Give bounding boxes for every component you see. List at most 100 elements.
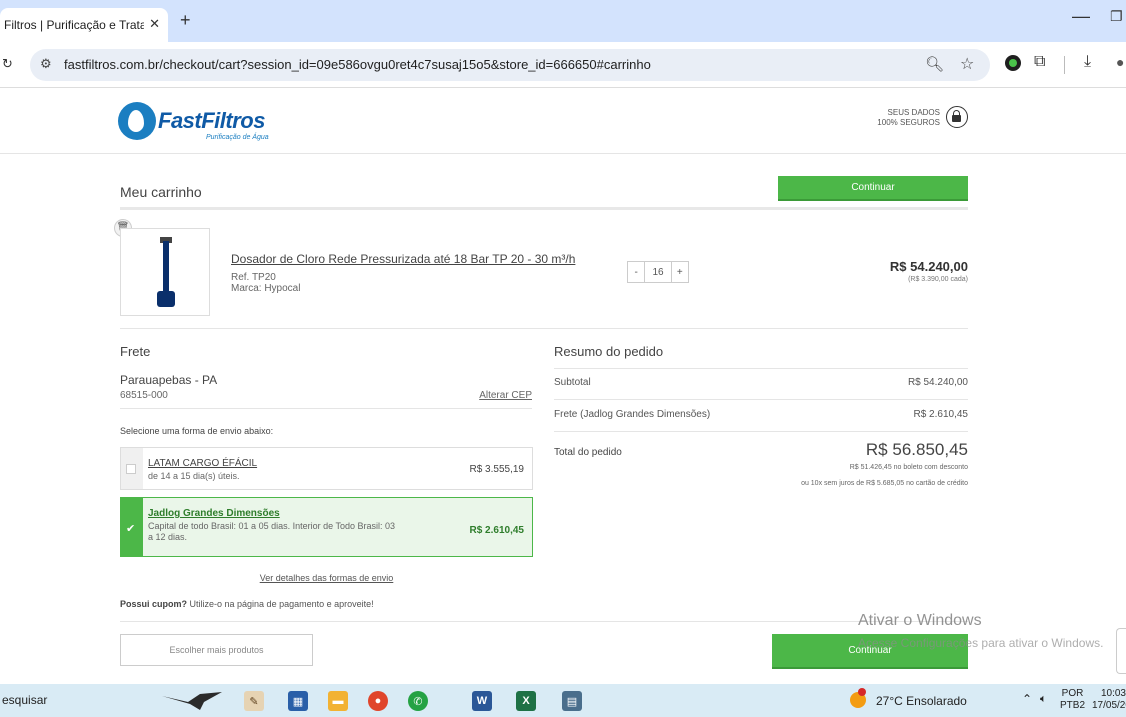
extensions-puzzle-icon[interactable]: ⧉ [1034,53,1045,71]
minimize-icon[interactable]: — [1072,6,1090,27]
cart-title: Meu carrinho [120,184,202,200]
shipping-option-name: LATAM CARGO ÉFÁCIL [148,458,258,469]
volume-icon[interactable]: 🔈︎ [1040,693,1047,706]
keyboard-layout: PTB2 [1060,700,1086,711]
product-name-link[interactable]: Dosador de Cloro Rede Pressurizada até 1… [231,252,575,266]
shipping-option-select[interactable]: ✔ [121,498,143,556]
summary-divider [554,399,968,400]
item-unit-price: (R$ 3.390,00 cada) [908,276,968,283]
chevron-up-icon[interactable]: ⌃ [1022,692,1032,706]
total-boleto-note: R$ 51.426,45 no boleto com desconto [849,464,968,471]
checkbox-icon [126,463,136,474]
weather-text[interactable]: 27°C Ensolarado [876,694,967,708]
coupon-bold: Possui cupom? [120,599,188,609]
site-header: FastFiltros Purificação de Água SEUS DAD… [0,88,1126,154]
file-explorer-icon[interactable]: ▬ [328,691,348,711]
url-text[interactable]: fastfiltros.com.br/checkout/cart?session… [64,57,651,72]
summary-divider [554,368,968,369]
notification-badge [858,688,866,696]
quantity-stepper: - 16 + [627,261,689,283]
check-icon: ✔ [126,523,136,535]
site-settings-icon[interactable]: ⚙ [40,56,52,72]
windows-activation-text: Acesse Configurações para ativar o Windo… [858,636,1104,650]
extension-icon[interactable] [1005,55,1021,71]
choose-more-products-button[interactable]: Escolher mais produtos [120,634,313,666]
profile-icon[interactable]: ● [1116,54,1124,70]
browser-tab[interactable]: Filtros | Purificação e Tratam ✕ [0,8,168,42]
product-brand: Marca: Hypocal [231,283,301,294]
bottom-divider [120,621,968,622]
cart-divider [120,207,968,210]
restore-icon[interactable]: ❐ [1110,8,1123,25]
windows-taskbar: esquisar ✎ ▦ ▬ ● ✆ W X ▤ 27°C Ensolarado… [0,684,1126,717]
toolbar-separator [1064,56,1065,74]
excel-icon[interactable]: X [516,691,536,711]
freight-city: Parauapebas - PA [120,373,218,387]
bookmark-star-icon[interactable]: ☆ [960,54,974,74]
task-view-icon[interactable]: ▦ [288,691,308,711]
logo-text: FastFiltros [158,108,265,133]
secure-line-1: SEUS DADOS [887,108,940,117]
total-label: Total do pedido [554,447,622,458]
freight-title: Frete [120,344,151,359]
product-ref: Ref. TP20 [231,272,276,283]
freight-cep: 68515-000 [120,390,168,401]
shipping-option-latam[interactable]: LATAM CARGO ÉFÁCIL de 14 a 15 dia(s) úte… [120,447,533,490]
summary-freight-label: Frete (Jadlog Grandes Dimensões) [554,409,711,420]
shipping-option-desc: de 14 a 15 dia(s) úteis. [148,471,240,481]
shipping-details-link[interactable]: Ver detalhes das formas de envio [120,573,533,583]
reload-icon[interactable]: ↻ [2,56,13,72]
item-total-price: R$ 54.240,00 [889,259,968,274]
subtotal-label: Subtotal [554,377,591,388]
coupon-note: Possui cupom? Utilize-o na página de pag… [120,599,374,609]
secure-badge-text: SEUS DADOS 100% SEGUROS [860,108,940,128]
close-tab-icon[interactable]: ✕ [149,16,160,32]
clock-date: 17/05/2024 [1092,700,1126,711]
product-divider [120,328,968,329]
qty-input[interactable]: 16 [644,262,672,282]
summary-freight-value: R$ 2.610,45 [913,409,969,420]
windows-activation-title: Ativar o Windows [858,612,982,629]
language-indicator[interactable]: POR PTB2 [1060,688,1085,712]
product-image-body [163,241,169,296]
shipping-option-jadlog[interactable]: ✔ Jadlog Grandes Dimensões Capital de to… [120,497,533,557]
coupon-rest: Utilize-o na página de pagamento e aprov… [187,599,374,609]
language-code: POR [1061,688,1084,699]
subtotal-value: R$ 54.240,00 [907,377,968,388]
product-image[interactable] [120,228,210,316]
scroll-handle[interactable] [1116,628,1126,674]
paint-app-icon[interactable]: ✎ [244,691,264,711]
shipping-select-label: Selecione uma forma de envio abaixo: [120,426,274,436]
shipping-option-price: R$ 2.610,45 [469,525,525,536]
chrome-icon[interactable]: ● [368,691,388,711]
summary-divider [554,431,968,432]
site-logo[interactable]: FastFiltros Purificação de Água [118,96,278,146]
new-tab-icon[interactable]: + [180,10,191,31]
logo-subtitle: Purificação de Água [206,134,269,141]
omnibox[interactable]: ⚙ fastfiltros.com.br/checkout/cart?sessi… [30,49,990,81]
product-image-base [157,291,175,307]
download-icon[interactable]: ⤓ [1084,53,1091,71]
taskbar-clock[interactable]: 10:03 17/05/2024 [1092,688,1126,712]
shipping-option-select[interactable] [121,448,143,489]
qty-minus-button[interactable]: - [628,262,644,282]
taskbar-search[interactable]: esquisar [2,693,47,707]
tab-title: Filtros | Purificação e Tratam [4,18,144,32]
clock-time: 10:03 [1100,688,1126,699]
shipping-option-name: Jadlog Grandes Dimensões [148,508,280,519]
word-icon[interactable]: W [472,691,492,711]
qty-plus-button[interactable]: + [672,262,688,282]
continue-button-top[interactable]: Continuar [778,176,968,201]
address-bar-row: ↻ ⚙ fastfiltros.com.br/checkout/cart?ses… [0,42,1126,88]
secure-line-2: 100% SEGUROS [877,118,940,127]
change-cep-link[interactable]: Alterar CEP [460,390,532,401]
browser-tab-bar: Filtros | Purificação e Tratam ✕ + — ❐ [0,0,1126,42]
zoom-icon[interactable]: 🔍︎ [925,55,944,73]
shipping-option-price: R$ 3.555,19 [469,464,525,475]
total-value: R$ 56.850,45 [865,440,968,459]
calculator-icon[interactable]: ▤ [562,691,582,711]
whatsapp-icon[interactable]: ✆ [408,691,428,711]
bird-icon [162,692,222,710]
summary-title: Resumo do pedido [554,344,664,359]
shipping-option-desc: Capital de todo Brasil: 01 a 05 dias. In… [148,521,395,542]
